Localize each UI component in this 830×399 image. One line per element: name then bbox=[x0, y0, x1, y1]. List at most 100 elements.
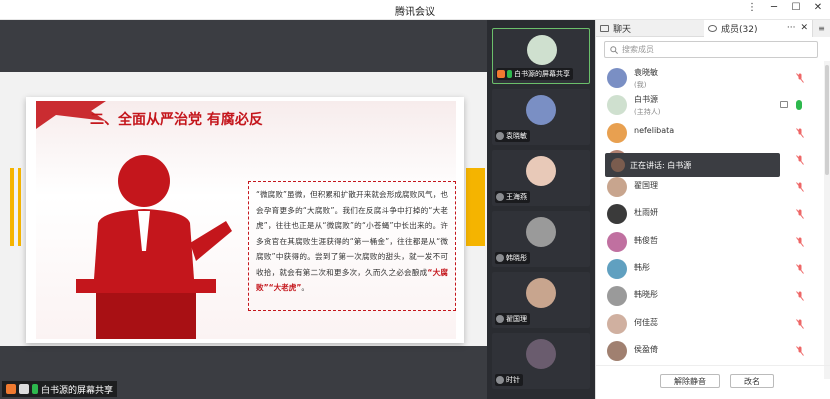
member-list: 袁晓敏 (我) 白书源 (主持人) nefelibata 翟国理 杜雨妍 韩俊哲… bbox=[596, 65, 824, 365]
mic-muted-icon[interactable] bbox=[796, 209, 804, 220]
tile-name: 翟国理 bbox=[506, 315, 527, 323]
mic-muted-icon[interactable] bbox=[796, 236, 804, 247]
members-icon bbox=[708, 25, 717, 32]
tile-label: 翟国理 bbox=[495, 313, 530, 325]
side-panel: 聊天 成员(32) ··· ✕ ≡ 搜索成员 袁晓敏 (我) 白书源 (主持人) bbox=[595, 20, 830, 399]
member-row[interactable]: 侯盈倚 bbox=[596, 338, 824, 365]
avatar bbox=[607, 122, 627, 143]
yellow-bar-left bbox=[10, 168, 14, 246]
avatar bbox=[611, 158, 625, 172]
tile-name: 韩晓彤 bbox=[506, 254, 527, 262]
slide-end-text: 。 bbox=[301, 283, 309, 292]
tile-name: 时针 bbox=[506, 376, 520, 384]
avatar bbox=[526, 339, 556, 369]
tile-name: 王海燕 bbox=[506, 193, 527, 201]
member-name: 韩俊哲 bbox=[634, 235, 658, 245]
video-tile[interactable]: 白书源的屏幕共享 bbox=[492, 28, 590, 84]
member-role: (我) bbox=[634, 81, 647, 89]
member-name: nefelibata bbox=[634, 125, 675, 135]
user-icon bbox=[497, 70, 505, 78]
mic-muted-icon[interactable] bbox=[796, 182, 804, 192]
mic-icon bbox=[507, 70, 512, 78]
member-search-input[interactable]: 搜索成员 bbox=[604, 41, 818, 58]
mic-muted-icon[interactable] bbox=[796, 346, 804, 356]
speaking-text: 正在讲话: 白书源 bbox=[630, 160, 692, 170]
video-tile[interactable]: 翟国理 bbox=[492, 272, 590, 328]
panel-footer: 解除静音 改名 bbox=[596, 365, 830, 395]
member-list-scrollbar[interactable] bbox=[824, 61, 830, 379]
screen-icon bbox=[19, 384, 29, 394]
screen-share-label: 白书源的屏幕共享 bbox=[2, 381, 118, 397]
stage-top-band bbox=[0, 20, 487, 72]
member-row[interactable]: 韩俊哲 bbox=[596, 229, 824, 256]
video-tile[interactable]: 袁晓敏 bbox=[492, 89, 590, 145]
yellow-bar-left-2 bbox=[18, 168, 21, 246]
member-row[interactable]: 白书源 (主持人) bbox=[596, 92, 824, 119]
tile-name: 白书源的屏幕共享 bbox=[514, 70, 570, 78]
video-tile[interactable]: 时针 bbox=[492, 333, 590, 389]
member-row[interactable]: 韩晓彤 bbox=[596, 283, 824, 310]
member-name: 韩彤 bbox=[634, 263, 650, 273]
tab-controls: ··· ✕ bbox=[787, 23, 808, 33]
minimize-button[interactable]: ─ bbox=[768, 2, 780, 13]
window-title: 腾讯会议 bbox=[395, 7, 435, 18]
scrollbar-thumb[interactable] bbox=[825, 65, 829, 175]
close-panel-button[interactable]: ✕ bbox=[800, 23, 808, 33]
mic-muted-icon bbox=[496, 193, 504, 201]
panel-menu-button[interactable]: ≡ bbox=[812, 20, 830, 37]
member-name: 韩晓彤 bbox=[634, 290, 658, 300]
window-controls: ⋮ ─ ☐ ✕ bbox=[746, 2, 824, 13]
slide-body-text: “微腐败”虽微，但积累和扩散开来就会形成腐败风气，也会孕育更多的“大腐败”。我们… bbox=[256, 190, 448, 277]
mic-muted-icon[interactable] bbox=[796, 127, 804, 138]
pin-icon[interactable]: ⋮ bbox=[746, 2, 758, 13]
tab-members-label: 成员(32) bbox=[721, 25, 758, 35]
mic-muted-icon[interactable] bbox=[796, 155, 804, 165]
member-row[interactable]: 杜雨妍 bbox=[596, 201, 824, 228]
more-options-button[interactable]: ··· bbox=[787, 23, 796, 33]
member-name: 何佳蕊 bbox=[634, 317, 658, 327]
member-name: 侯盈倚 bbox=[634, 344, 658, 354]
member-row[interactable]: nefelibata bbox=[596, 120, 824, 147]
search-icon bbox=[610, 45, 618, 54]
rename-button[interactable]: 改名 bbox=[730, 374, 774, 388]
tile-label: 时针 bbox=[495, 374, 523, 386]
member-row[interactable]: 韩彤 bbox=[596, 256, 824, 283]
close-button[interactable]: ✕ bbox=[812, 2, 824, 13]
slide-content: 二、全面从严治党 有腐必反 “微腐败”虽微，但积累和扩散开来就会形成腐败风气，也… bbox=[36, 101, 456, 339]
share-label-text: 白书源的屏幕共享 bbox=[41, 385, 114, 396]
video-tile[interactable]: 王海燕 bbox=[492, 150, 590, 206]
tile-label: 白书源的屏幕共享 bbox=[496, 68, 573, 80]
unmute-all-button[interactable]: 解除静音 bbox=[660, 374, 720, 388]
mic-muted-icon[interactable] bbox=[796, 264, 804, 274]
mic-muted-icon[interactable] bbox=[796, 73, 804, 83]
member-role: (主持人) bbox=[634, 108, 661, 117]
tile-label: 袁晓敏 bbox=[495, 130, 530, 142]
mic-icon bbox=[32, 384, 38, 394]
shared-slide: 二、全面从严治党 有腐必反 “微腐败”虽微，但积累和扩散开来就会形成腐败风气，也… bbox=[26, 97, 464, 343]
mic-muted-icon[interactable] bbox=[796, 318, 804, 329]
tile-name: 袁晓敏 bbox=[506, 132, 527, 140]
avatar bbox=[607, 177, 627, 198]
avatar bbox=[526, 95, 556, 125]
video-tile-strip: 白书源的屏幕共享 袁晓敏 王海燕 韩晓彤 翟国理 时针 bbox=[487, 20, 595, 399]
member-row[interactable]: 何佳蕊 bbox=[596, 311, 824, 338]
member-row[interactable]: 翟国理 bbox=[596, 174, 824, 201]
avatar bbox=[526, 278, 556, 308]
member-name: 袁晓敏 bbox=[634, 68, 658, 77]
avatar bbox=[607, 231, 627, 252]
search-placeholder: 搜索成员 bbox=[622, 45, 654, 54]
title-bar: 腾讯会议 ⋮ ─ ☐ ✕ bbox=[0, 0, 830, 20]
slide-heading: 二、全面从严治党 有腐必反 bbox=[90, 112, 263, 128]
avatar bbox=[607, 340, 627, 361]
speaker-silhouette-icon bbox=[76, 155, 232, 339]
screen-share-icon bbox=[780, 101, 788, 109]
video-tile[interactable]: 韩晓彤 bbox=[492, 211, 590, 267]
tab-chat[interactable]: 聊天 bbox=[596, 20, 704, 37]
maximize-button[interactable]: ☐ bbox=[790, 2, 802, 13]
mic-on-icon[interactable] bbox=[796, 100, 802, 111]
mic-muted-icon bbox=[496, 376, 504, 384]
yellow-bar-right bbox=[466, 168, 485, 246]
member-row[interactable]: 袁晓敏 (我) bbox=[596, 65, 824, 92]
slide-text-box: “微腐败”虽微，但积累和扩散开来就会形成腐败风气，也会孕育更多的“大腐败”。我们… bbox=[248, 181, 456, 311]
mic-muted-icon[interactable] bbox=[796, 291, 804, 302]
